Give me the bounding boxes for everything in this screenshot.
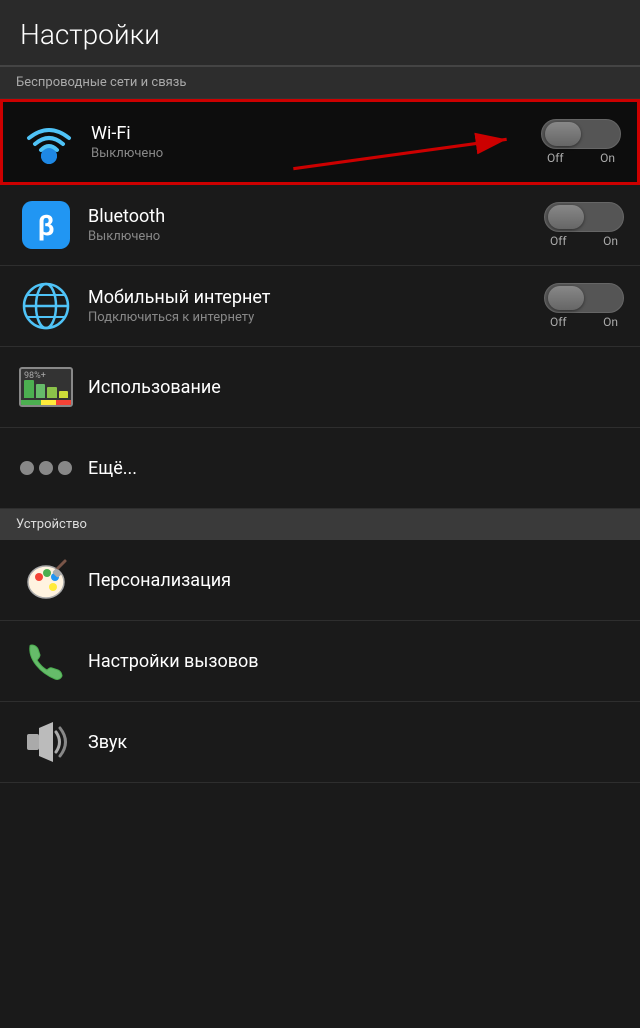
wifi-text: Wi-Fi Выключено (91, 123, 541, 161)
more-dots-icon (20, 461, 72, 475)
mobile-off-label: Off (550, 315, 567, 329)
bluetooth-off-label: Off (550, 234, 567, 248)
call-settings-icon-wrap (16, 631, 76, 691)
mobile-internet-text: Мобильный интернет Подключиться к интерн… (88, 287, 544, 325)
bluetooth-toggle-wrap[interactable]: Off On (544, 202, 624, 248)
bluetooth-icon: β (22, 201, 70, 249)
call-settings-title: Настройки вызовов (88, 651, 624, 672)
more-icon-wrap (16, 438, 76, 498)
bluetooth-toggle[interactable] (544, 202, 624, 232)
usage-title: Использование (88, 377, 624, 398)
page-title: Настройки (20, 18, 160, 51)
call-settings-item[interactable]: Настройки вызовов (0, 621, 640, 702)
mobile-toggle-wrap[interactable]: Off On (544, 283, 624, 329)
wifi-icon (25, 118, 73, 166)
call-settings-text: Настройки вызовов (88, 651, 624, 672)
mobile-internet-icon (21, 281, 71, 331)
wifi-on-label: On (600, 151, 615, 165)
wifi-off-label: Off (547, 151, 564, 165)
wifi-icon-wrap (19, 112, 79, 172)
usage-text: Использование (88, 377, 624, 398)
wifi-toggle-labels: Off On (541, 151, 621, 165)
header: Настройки (0, 0, 640, 66)
mobile-toggle[interactable] (544, 283, 624, 313)
bluetooth-text: Bluetooth Выключено (88, 206, 544, 244)
device-section-header: Устройство (0, 509, 640, 540)
sound-item[interactable]: Звук (0, 702, 640, 783)
personalization-text: Персонализация (88, 570, 624, 591)
call-settings-icon (22, 637, 70, 685)
usage-icon-wrap: 98%+ (16, 357, 76, 417)
mobile-internet-icon-wrap (16, 276, 76, 336)
usage-item[interactable]: 98%+ Использование (0, 347, 640, 428)
personalization-icon (21, 555, 71, 605)
mobile-toggle-thumb (548, 286, 584, 310)
bluetooth-subtitle: Выключено (88, 229, 544, 244)
wireless-section-header: Беспроводные сети и связь (0, 66, 640, 99)
personalization-title: Персонализация (88, 570, 624, 591)
bluetooth-toggle-thumb (548, 205, 584, 229)
wifi-toggle-thumb (545, 122, 581, 146)
usage-icon: 98%+ (19, 367, 73, 407)
more-text: Ещё... (88, 458, 624, 479)
personalization-item[interactable]: Персонализация (0, 540, 640, 621)
bluetooth-icon-wrap: β (16, 195, 76, 255)
sound-title: Звук (88, 732, 624, 753)
bluetooth-item[interactable]: β Bluetooth Выключено Off On (0, 185, 640, 266)
wifi-item[interactable]: Wi-Fi Выключено Off On (0, 99, 640, 185)
bluetooth-title: Bluetooth (88, 206, 544, 227)
bluetooth-on-label: On (603, 234, 618, 248)
sound-icon-wrap (16, 712, 76, 772)
sound-icon (21, 720, 71, 764)
wifi-toggle-wrap[interactable]: Off On (541, 119, 621, 165)
mobile-internet-item[interactable]: Мобильный интернет Подключиться к интерн… (0, 266, 640, 347)
wifi-toggle[interactable] (541, 119, 621, 149)
mobile-on-label: On (603, 315, 618, 329)
bluetooth-toggle-labels: Off On (544, 234, 624, 248)
more-title: Ещё... (88, 458, 624, 479)
mobile-toggle-labels: Off On (544, 315, 624, 329)
sound-text: Звук (88, 732, 624, 753)
personalization-icon-wrap (16, 550, 76, 610)
mobile-internet-subtitle: Подключиться к интернету (88, 310, 544, 325)
mobile-internet-title: Мобильный интернет (88, 287, 544, 308)
wifi-title: Wi-Fi (91, 123, 541, 144)
more-item[interactable]: Ещё... (0, 428, 640, 509)
wifi-subtitle: Выключено (91, 146, 541, 161)
